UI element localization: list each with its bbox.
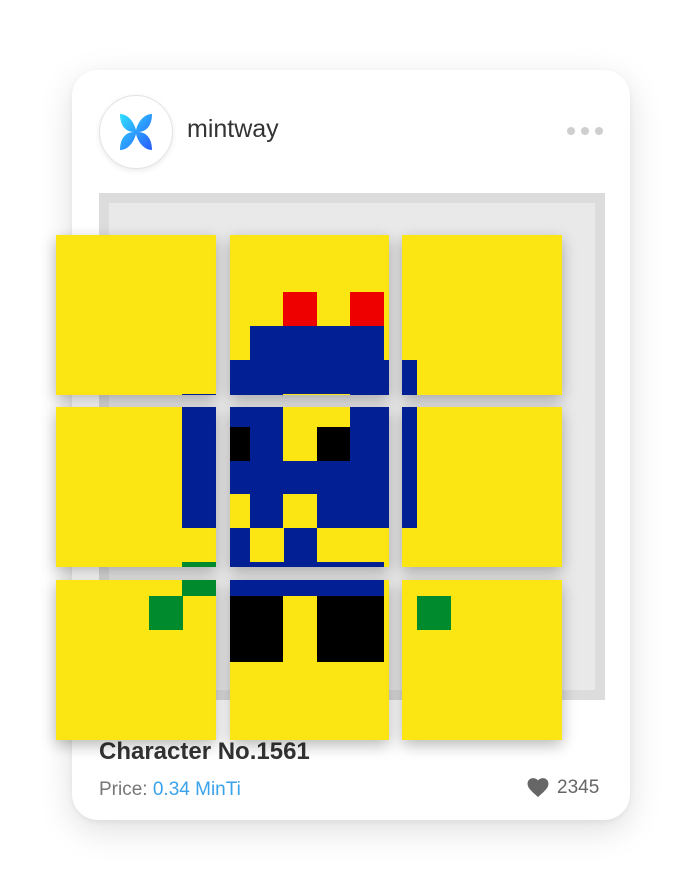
username[interactable]: mintway	[187, 115, 279, 144]
nft-title[interactable]: Character No.1561	[99, 738, 310, 766]
butterfly-logo-icon	[120, 114, 152, 150]
nft-image-frame	[99, 193, 605, 700]
price-value: 0.34 MinTi	[152, 779, 241, 800]
nft-post-card: mintway Character No.1561 Price: 0.34 Mi…	[72, 70, 630, 820]
more-dots-icon[interactable]	[567, 124, 607, 138]
likes[interactable]: 2345	[527, 777, 599, 799]
avatar[interactable]	[99, 95, 173, 169]
price: Price: 0.34 MinTi	[99, 779, 241, 801]
likes-count: 2345	[557, 777, 600, 798]
price-label: Price:	[99, 779, 148, 800]
heart-icon[interactable]	[527, 778, 549, 798]
